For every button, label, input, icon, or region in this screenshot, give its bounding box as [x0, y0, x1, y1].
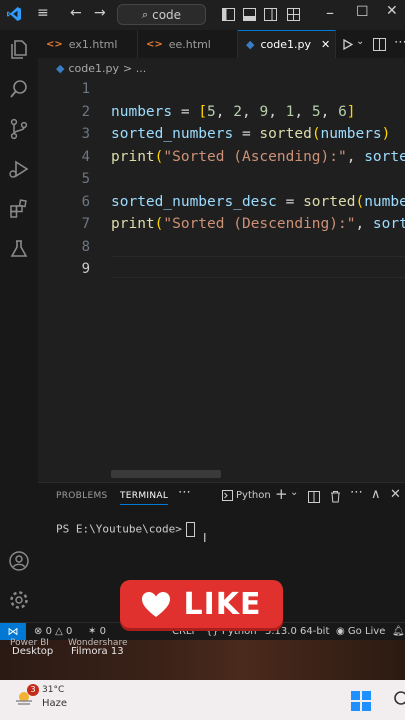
explorer-icon[interactable] — [8, 38, 30, 60]
shell-label: Python — [236, 490, 271, 501]
new-terminal-icon[interactable]: + — [275, 485, 288, 503]
testing-flask-icon[interactable] — [8, 238, 30, 260]
close-tab-icon[interactable]: ✕ — [321, 38, 330, 51]
maximize-panel-icon[interactable]: ∧ — [371, 487, 381, 502]
ports-indicator[interactable]: ✶ 0 — [88, 626, 106, 637]
close-icon[interactable]: ✕ — [386, 3, 398, 19]
tab-terminal[interactable]: TERMINAL — [120, 491, 169, 505]
tab-code1-py[interactable]: ◆ code1.py ✕ — [238, 30, 336, 58]
back-arrow-icon[interactable]: ← — [70, 5, 82, 21]
more-actions-icon[interactable]: ⋯ — [350, 485, 363, 500]
extensions-icon[interactable] — [8, 198, 30, 220]
split-terminal-icon[interactable] — [308, 491, 320, 503]
code-editor[interactable]: 1 2 3 4 5 6 7 8 9 numbers = [5, 2, 9, 1,… — [38, 78, 405, 482]
code-line-6[interactable]: sorted_numbers_desc = sorted(numbers, re… — [111, 191, 405, 214]
breadcrumb: ◆ code1.py > ... — [38, 58, 405, 78]
terminal-icon — [222, 490, 233, 501]
toggle-sidebar-icon[interactable] — [222, 8, 235, 21]
windows-taskbar: 3 31°C Haze — [0, 680, 405, 720]
code-line-2[interactable]: numbers = [5, 2, 9, 1, 5, 6] — [111, 101, 405, 124]
run-options-chevron-icon[interactable]: ⌄ — [356, 36, 364, 47]
tab-problems[interactable]: PROBLEMS — [56, 491, 108, 501]
minimize-icon[interactable]: – — [326, 3, 334, 22]
horizontal-scrollbar[interactable] — [111, 470, 221, 478]
code-line-4[interactable]: print("Sorted (Ascending):", sorted_numb… — [111, 146, 405, 169]
go-live-button[interactable]: ◉ Go Live — [336, 626, 385, 637]
activity-bar — [0, 30, 39, 622]
line-number: 7 — [81, 216, 90, 232]
warning-count: 0 — [66, 626, 73, 637]
breadcrumb-file[interactable]: code1.py — [68, 62, 119, 75]
line-number: 1 — [81, 81, 90, 97]
tab-ee-html[interactable]: <> ee.html — [138, 30, 238, 58]
code-line-7[interactable]: print("Sorted (Descending):", sorted_num… — [111, 213, 405, 236]
toggle-panel-icon[interactable] — [243, 8, 256, 21]
line-number: 5 — [81, 171, 90, 187]
kill-terminal-trash-icon[interactable] — [330, 490, 341, 503]
notifications-bell-icon[interactable]: 🔔︎ — [392, 626, 405, 637]
forward-arrow-icon[interactable]: → — [94, 5, 106, 21]
tab-label: code1.py — [260, 38, 311, 51]
account-icon[interactable] — [8, 550, 30, 572]
ports-count: 0 — [99, 626, 106, 637]
source-control-icon[interactable] — [8, 118, 30, 140]
like-button[interactable]: LIKE — [120, 580, 283, 628]
go-live-label: Go Live — [347, 626, 386, 637]
command-search-box[interactable]: ⌕ code — [117, 4, 206, 25]
breadcrumb-more[interactable]: > ... — [123, 62, 146, 75]
text-cursor-icon: I — [203, 531, 207, 545]
more-actions-icon[interactable]: ⋯ — [394, 35, 405, 50]
terminal-prompt[interactable]: PS E:\Youtube\code> — [56, 522, 195, 537]
html-file-icon: <> — [146, 38, 163, 50]
error-count: 0 — [45, 626, 52, 637]
line-number: 6 — [81, 193, 90, 210]
search-text: code — [152, 7, 182, 22]
toggle-secondary-sidebar-icon[interactable] — [264, 8, 277, 21]
title-bar: ≡ ← → ⌕ code – ☐ ✕ — [0, 0, 405, 30]
tab-ex1-html[interactable]: <> ex1.html — [38, 30, 138, 58]
terminal-dropdown-icon[interactable]: ⌄ — [290, 487, 298, 498]
python-file-icon: ◆ — [56, 61, 65, 75]
vscode-logo-icon — [7, 7, 21, 21]
customize-layout-icon[interactable] — [287, 8, 300, 21]
python-file-icon: ◆ — [246, 38, 255, 51]
temperature: 31°C — [42, 685, 65, 695]
tab-label: ee.html — [168, 37, 211, 51]
run-debug-icon[interactable] — [8, 158, 30, 180]
split-editor-icon[interactable] — [373, 38, 386, 51]
close-panel-icon[interactable]: ✕ — [390, 487, 401, 502]
errors-indicator[interactable]: ⊗ 0 △ 0 — [34, 626, 72, 637]
desktop-background: Power BI Wondershare Desktop Filmora 13 — [0, 638, 405, 680]
tab-label: ex1.html — [68, 37, 118, 51]
code-line-3[interactable]: sorted_numbers = sorted(numbers) — [111, 123, 405, 146]
search-icon[interactable] — [8, 78, 30, 100]
maximize-icon[interactable]: ☐ — [356, 4, 369, 20]
prompt-text: PS E:\Youtube\code> — [56, 522, 182, 536]
current-line-highlight — [111, 256, 405, 278]
search-icon: ⌕ — [141, 7, 149, 21]
terminal-shell-selector[interactable]: Python — [222, 490, 271, 501]
editor-tab-bar: <> ex1.html <> ee.html ◆ code1.py ✕ ⌄ ⋯ — [38, 30, 405, 59]
run-file-icon[interactable] — [343, 39, 353, 50]
notification-badge: 3 — [27, 684, 39, 696]
line-number: 4 — [81, 148, 90, 165]
settings-gear-icon[interactable] — [8, 589, 30, 611]
heart-icon — [142, 591, 171, 617]
line-number-current: 9 — [81, 261, 90, 277]
menu-icon[interactable]: ≡ — [37, 5, 49, 21]
like-label: LIKE — [183, 586, 262, 622]
line-number: 2 — [81, 103, 90, 120]
taskbar-search-icon[interactable] — [392, 691, 405, 709]
more-panel-tabs-icon[interactable]: ⋯ — [178, 485, 191, 500]
desktop-icon-desktop[interactable]: Desktop — [12, 646, 53, 657]
weather-condition: Haze — [42, 698, 68, 709]
html-file-icon: <> — [46, 38, 63, 50]
line-number: 3 — [81, 126, 90, 142]
windows-start-icon[interactable] — [351, 691, 371, 711]
terminal-cursor — [185, 522, 195, 537]
line-number: 8 — [81, 238, 90, 255]
desktop-icon-filmora[interactable]: Filmora 13 — [71, 646, 124, 657]
